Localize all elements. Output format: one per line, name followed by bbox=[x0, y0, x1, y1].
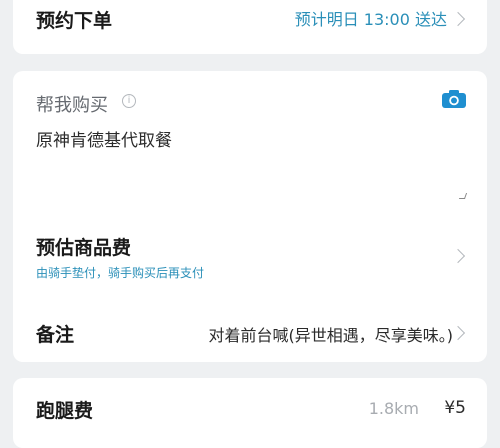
order-card[interactable]: 预约下单 预计明日 13:00 送达 bbox=[13, 0, 487, 54]
note-value[interactable]: 对着前台喊(异世相遇，尽享美味。) bbox=[209, 322, 454, 346]
errand-fee-card: 跑腿费 1.8km ¥5 bbox=[13, 378, 487, 448]
errand-fee-title: 跑腿费 bbox=[36, 400, 94, 422]
info-circle-icon[interactable]: i bbox=[122, 94, 136, 108]
goods-fee-subtitle: 由骑手垫付，骑手购买后再支付 bbox=[36, 266, 205, 280]
chevron-right-icon[interactable] bbox=[450, 325, 466, 341]
purchase-text-input[interactable]: 原神肯德基代取餐 bbox=[36, 126, 172, 151]
camera-icon[interactable] bbox=[442, 90, 466, 108]
delivery-time[interactable]: 预计明日 13:00 送达 bbox=[295, 6, 447, 30]
chevron-right-icon[interactable] bbox=[450, 11, 466, 27]
purchase-card: 帮我购买 i 原神肯德基代取餐 预估商品费 由骑手垫付，骑手购买后再支付 备注 … bbox=[13, 71, 487, 362]
textarea-resize-handle[interactable] bbox=[458, 193, 468, 199]
errand-fee-price: ¥5 bbox=[444, 398, 466, 418]
purchase-label: 帮我购买 bbox=[36, 95, 108, 116]
chevron-right-icon[interactable] bbox=[450, 248, 466, 264]
distance: 1.8km bbox=[368, 399, 419, 418]
order-title: 预约下单 bbox=[36, 10, 113, 32]
note-title: 备注 bbox=[36, 324, 75, 346]
goods-fee-title: 预估商品费 bbox=[36, 237, 132, 259]
